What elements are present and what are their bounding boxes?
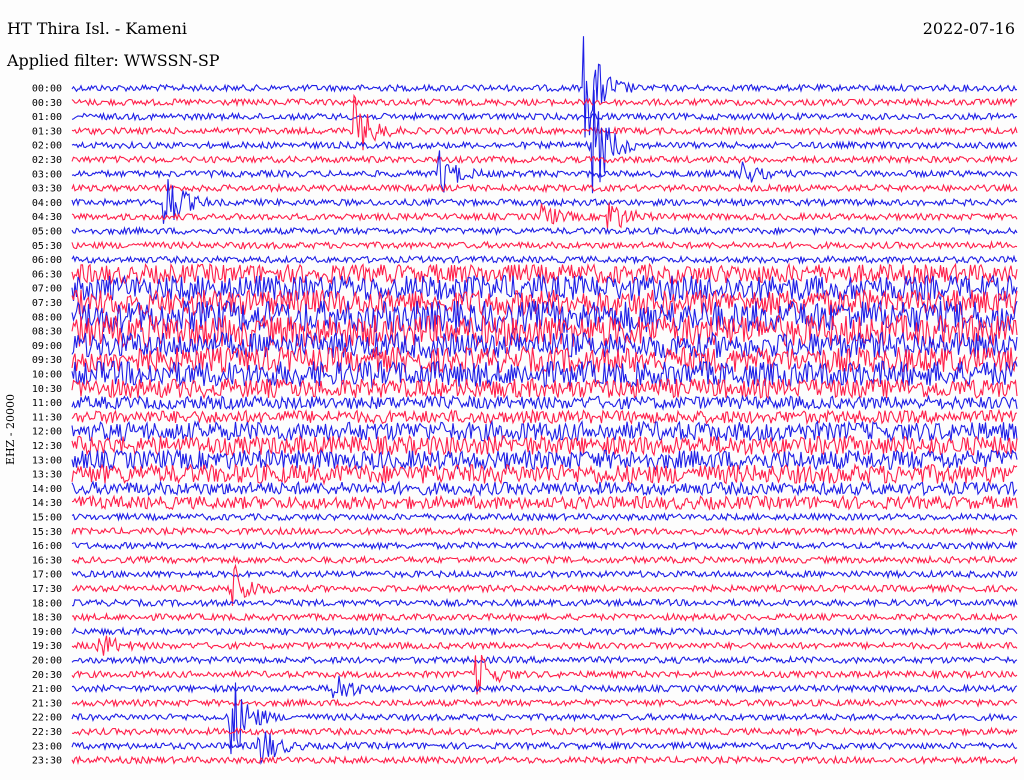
time-tick-label: 11:00 — [32, 398, 62, 409]
time-tick-label: 00:00 — [32, 84, 62, 95]
trace-row-34 — [71, 569, 1018, 580]
trace-row-37 — [71, 611, 1018, 623]
time-tick-labels: 00:00 00:30 01:00 01:30 02:00 02:30 03:00 03:30… — [32, 84, 62, 767]
helicorder-plot: 00:00 00:30 01:00 01:30 02:00 02:30 03:00 03:30… — [32, 36, 1018, 767]
trace-row-2 — [71, 111, 1018, 122]
time-tick-label: 08:00 — [32, 312, 62, 323]
time-tick-label: 16:00 — [32, 541, 62, 552]
trace-row-1 — [71, 97, 1018, 108]
time-tick-label: 07:00 — [32, 284, 62, 295]
trace-row-43 — [71, 697, 1018, 709]
time-tick-label: 06:00 — [32, 255, 62, 266]
time-tick-label: 11:30 — [32, 412, 62, 423]
trace-row-35 — [71, 563, 1018, 606]
time-tick-label: 02:00 — [32, 141, 62, 152]
time-tick-label: 19:00 — [32, 627, 62, 638]
time-tick-label: 01:30 — [32, 126, 62, 137]
time-tick-label: 18:00 — [32, 598, 62, 609]
trace-row-47 — [71, 754, 1018, 766]
trace-row-25 — [71, 434, 1018, 457]
time-tick-label: 05:00 — [32, 227, 62, 238]
trace-row-31 — [71, 526, 1018, 537]
time-tick-label: 18:30 — [32, 613, 62, 624]
time-tick-label: 03:30 — [32, 184, 62, 195]
time-tick-label: 12:30 — [32, 441, 62, 452]
trace-row-38 — [71, 626, 1018, 637]
time-tick-label: 22:00 — [32, 713, 62, 724]
time-tick-label: 08:30 — [32, 327, 62, 338]
trace-row-39 — [71, 635, 1018, 656]
trace-row-42 — [71, 675, 1018, 699]
time-tick-label: 20:00 — [32, 656, 62, 667]
trace-row-30 — [71, 511, 1018, 522]
time-tick-label: 15:00 — [32, 513, 62, 524]
time-tick-label: 17:30 — [32, 584, 62, 595]
trace-row-45 — [71, 726, 1018, 737]
time-tick-label: 13:30 — [32, 470, 62, 481]
trace-row-10 — [71, 226, 1018, 237]
trace-row-26 — [71, 448, 1018, 471]
trace-row-27 — [71, 462, 1018, 486]
trace-row-4 — [71, 89, 1018, 194]
time-tick-label: 14:00 — [32, 484, 62, 495]
time-tick-label: 00:30 — [32, 98, 62, 109]
time-tick-label: 10:00 — [32, 370, 62, 381]
time-tick-label: 04:00 — [32, 198, 62, 209]
time-tick-label: 09:00 — [32, 341, 62, 352]
time-tick-label: 07:30 — [32, 298, 62, 309]
time-tick-label: 12:00 — [32, 427, 62, 438]
trace-row-5 — [71, 154, 1018, 165]
time-tick-label: 10:30 — [32, 384, 62, 395]
time-tick-label: 15:30 — [32, 527, 62, 538]
trace-row-11 — [71, 239, 1018, 251]
trace-row-33 — [71, 554, 1018, 565]
time-tick-label: 14:30 — [32, 498, 62, 509]
time-tick-label: 01:00 — [32, 112, 62, 123]
time-tick-label: 06:30 — [32, 269, 62, 280]
trace-row-40 — [71, 654, 1018, 665]
trace-row-36 — [71, 597, 1018, 608]
time-tick-label: 03:00 — [32, 169, 62, 180]
time-tick-label: 23:00 — [32, 741, 62, 752]
time-tick-label: 13:00 — [32, 455, 62, 466]
trace-row-12 — [71, 254, 1018, 265]
time-tick-label: 19:30 — [32, 641, 62, 652]
trace-row-20 — [71, 359, 1018, 389]
trace-row-29 — [71, 494, 1018, 511]
time-tick-label: 04:30 — [32, 212, 62, 223]
time-tick-label: 21:30 — [32, 698, 62, 709]
time-tick-label: 23:30 — [32, 756, 62, 767]
time-tick-label: 02:30 — [32, 155, 62, 166]
time-tick-label: 09:30 — [32, 355, 62, 366]
trace-row-28 — [71, 480, 1018, 497]
trace-row-23 — [71, 408, 1018, 426]
time-tick-label: 17:00 — [32, 570, 62, 581]
time-tick-label: 16:30 — [32, 555, 62, 566]
trace-row-0 — [71, 36, 1018, 138]
time-tick-label: 22:30 — [32, 727, 62, 738]
trace-row-46 — [71, 731, 1018, 766]
trace-row-9 — [71, 202, 1018, 229]
time-tick-label: 21:00 — [32, 684, 62, 695]
trace-row-22 — [71, 394, 1018, 411]
time-tick-label: 05:30 — [32, 241, 62, 252]
trace-group — [71, 36, 1018, 766]
trace-row-7 — [71, 182, 1018, 194]
time-tick-label: 20:30 — [32, 670, 62, 681]
trace-row-32 — [71, 540, 1018, 551]
